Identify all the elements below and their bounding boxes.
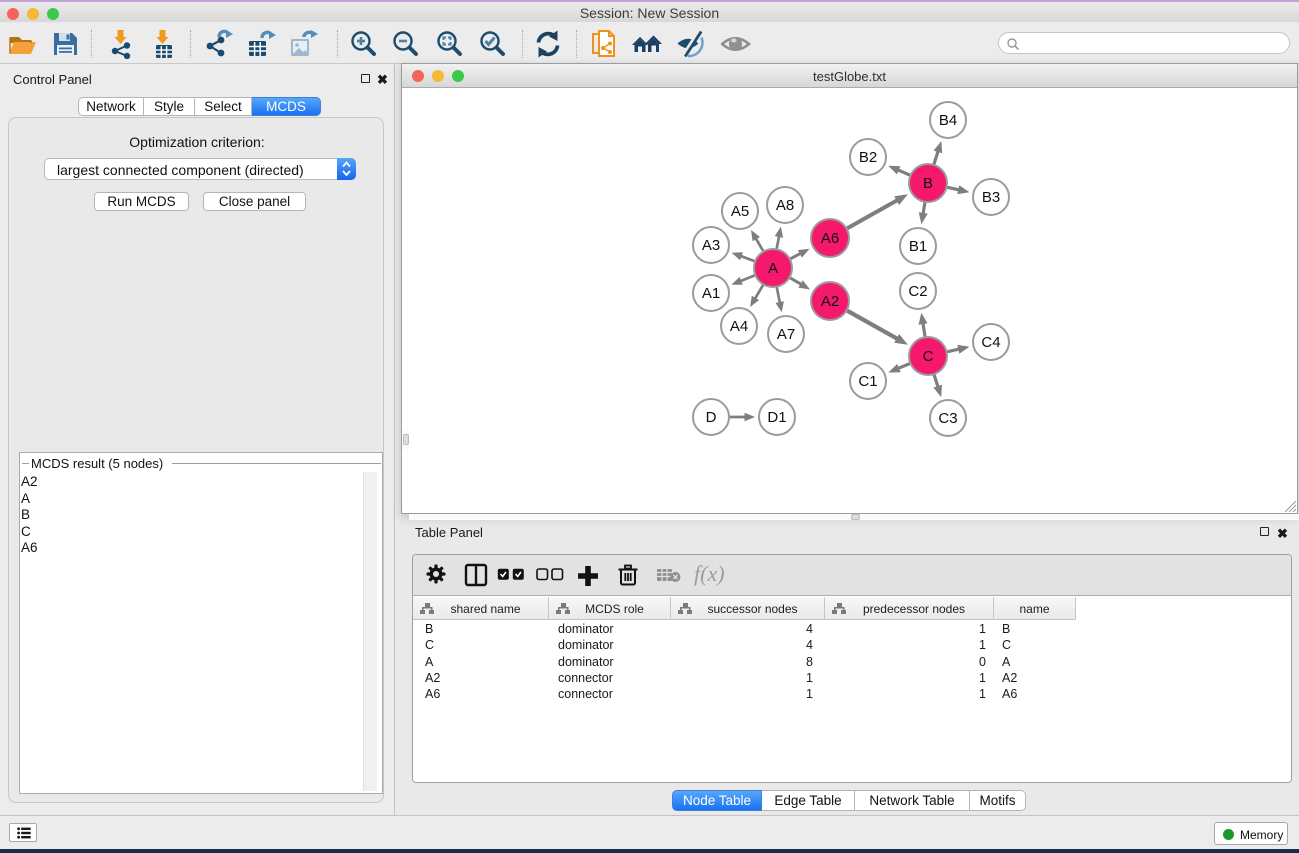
svg-text:D: D	[706, 409, 717, 426]
svg-text:B: B	[923, 175, 933, 192]
svg-text:A5: A5	[731, 203, 749, 220]
svg-text:B4: B4	[939, 112, 957, 129]
svg-text:D1: D1	[767, 409, 786, 426]
svg-text:A7: A7	[777, 326, 795, 343]
svg-text:C4: C4	[981, 334, 1000, 351]
svg-text:C: C	[923, 348, 934, 365]
svg-text:A8: A8	[776, 197, 794, 214]
svg-text:C1: C1	[858, 373, 877, 390]
svg-text:A: A	[768, 260, 778, 277]
svg-text:C3: C3	[938, 410, 957, 427]
svg-text:A4: A4	[730, 318, 748, 335]
svg-text:A3: A3	[702, 237, 720, 254]
svg-text:C2: C2	[908, 283, 927, 300]
svg-text:B3: B3	[982, 189, 1000, 206]
svg-text:A6: A6	[821, 230, 839, 247]
svg-text:A1: A1	[702, 285, 720, 302]
svg-text:B1: B1	[909, 238, 927, 255]
svg-text:A2: A2	[821, 293, 839, 310]
svg-text:B2: B2	[859, 149, 877, 166]
